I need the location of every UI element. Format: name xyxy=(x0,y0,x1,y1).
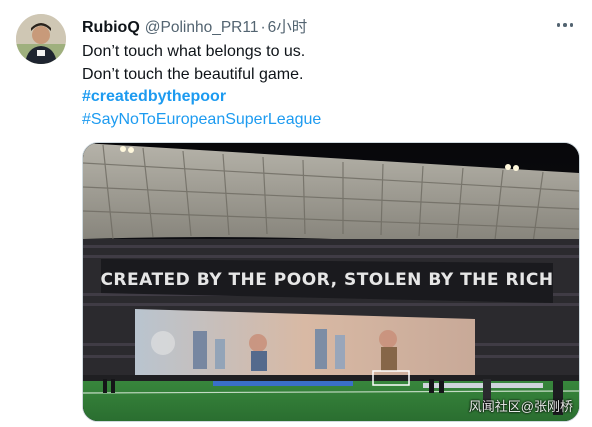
hashtag-link[interactable]: #SayNoToEuropeanSuperLeague xyxy=(82,109,321,132)
avatar[interactable] xyxy=(16,14,66,64)
timestamp[interactable]: 6小时 xyxy=(268,15,308,37)
avatar-image xyxy=(16,14,66,64)
banner-text: CREATED BY THE POOR, STOLEN BY THE RICH xyxy=(100,270,553,290)
more-horizontal-icon xyxy=(569,23,574,27)
tweet-line: Don’t touch what belongs to us. xyxy=(82,43,306,60)
more-horizontal-icon xyxy=(563,23,567,27)
user-handle[interactable]: @Polinho_PR11 xyxy=(145,19,259,37)
tweet-text: Don’t touch what belongs to us. Don’t to… xyxy=(82,41,321,131)
more-horizontal-icon xyxy=(556,23,561,27)
tweet-header: RubioQ @Polinho_PR11 · 6小时 xyxy=(82,15,532,37)
tweet-card[interactable]: RubioQ @Polinho_PR11 · 6小时 Don’t touch w… xyxy=(0,0,592,427)
more-options-button[interactable] xyxy=(552,12,578,38)
hashtag-link[interactable]: #createdbythepoor xyxy=(82,86,321,109)
tweet-media-photo[interactable]: CREATED BY THE POOR, STOLEN BY THE RICH xyxy=(82,142,580,422)
stadium-photo: CREATED BY THE POOR, STOLEN BY THE RICH xyxy=(83,143,579,421)
tweet-line: Don’t touch the beautiful game. xyxy=(82,65,304,83)
watermark: 风闻社区@张刚桥 xyxy=(468,399,573,414)
display-name[interactable]: RubioQ xyxy=(82,19,140,37)
separator-dot: · xyxy=(260,19,266,36)
